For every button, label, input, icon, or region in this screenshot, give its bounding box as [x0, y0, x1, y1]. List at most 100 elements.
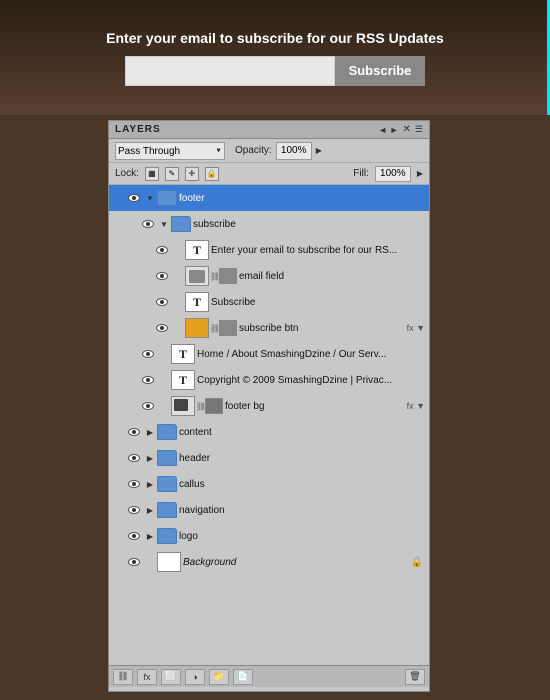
expand-logo[interactable]: ▶ [143, 526, 157, 546]
layer-name-copyright: Copyright © 2009 SmashingDzine | Privac.… [197, 375, 427, 386]
panel-header: LAYERS ◄ ► ✕ ☰ [109, 121, 429, 139]
subscribe-form-row: Subscribe [125, 56, 426, 86]
eye-icon-background[interactable] [125, 552, 143, 572]
blend-mode-row: Pass Through Normal Multiply Screen Opac… [109, 139, 429, 163]
panel-bottom-toolbar: ⛓ fx ⬜ ◑ 📁 📄 🗑 [109, 665, 429, 687]
layer-name-email-field: email field [239, 271, 427, 282]
panel-header-controls: ◄ ► ✕ ☰ [378, 124, 423, 135]
layer-name-subscribe: subscribe [193, 219, 427, 230]
eye-icon-header[interactable] [125, 448, 143, 468]
folder-thumb-navigation [157, 502, 177, 518]
layer-row-footer[interactable]: ▼ footer [109, 185, 429, 211]
layer-row-navigation[interactable]: ▶ navigation [109, 497, 429, 523]
layer-row-content[interactable]: ▶ content [109, 419, 429, 445]
lock-move-icon[interactable]: ✛ [185, 167, 199, 181]
eye-icon-subscribe-btn-text[interactable] [153, 292, 171, 312]
lock-position-icon[interactable]: ✎ [165, 167, 179, 181]
eye-icon-email-field[interactable] [153, 266, 171, 286]
folder-thumb-logo [157, 528, 177, 544]
link-layers-btn[interactable]: ⛓ [113, 669, 133, 685]
thumb-email-field [185, 266, 209, 286]
expand-navigation[interactable]: ▶ [143, 500, 157, 520]
layer-name-footer-bg: footer bg [225, 401, 407, 412]
eye-icon-subscribe[interactable] [139, 214, 157, 234]
thumb-background [157, 552, 181, 572]
expand-callus[interactable]: ▶ [143, 474, 157, 494]
group-btn[interactable]: 📁 [209, 669, 229, 685]
layer-name-callus: callus [179, 479, 427, 490]
layer-name-subscribe-btn: subscribe btn [239, 323, 407, 334]
thumb-footer-bg [171, 396, 195, 416]
layer-row-background[interactable]: ▶ Background 🔒 [109, 549, 429, 575]
panel-nav-arrows[interactable]: ◄ ► [378, 125, 398, 135]
fill-input[interactable] [375, 166, 411, 182]
layer-name-home-links: Home / About SmashingDzine / Our Serv... [197, 349, 427, 360]
chain-footer-bg: ⛓ [197, 396, 205, 416]
fill-arrow[interactable]: ▶ [417, 169, 423, 178]
layer-row-subscribe-btn-text[interactable]: ▶ T Subscribe [109, 289, 429, 315]
eye-icon-callus[interactable] [125, 474, 143, 494]
thumb-subscribe-btn [185, 318, 209, 338]
adjustment-btn[interactable]: ◑ [185, 669, 205, 685]
expand-header[interactable]: ▶ [143, 448, 157, 468]
opacity-input[interactable] [276, 142, 312, 160]
blend-mode-select[interactable]: Pass Through Normal Multiply Screen [115, 142, 225, 160]
layers-list: ▼ footer ▼ subscribe ▶ T Enter your emai… [109, 185, 429, 665]
lock-all-icon[interactable]: 🔒 [205, 167, 219, 181]
panel-menu-icon[interactable]: ☰ [415, 124, 423, 135]
folder-thumb-subscribe [171, 216, 191, 232]
thumb2-subscribe-btn [219, 320, 237, 336]
subscribe-button[interactable]: Subscribe [335, 56, 426, 86]
thumb-subscribe-btn-text: T [185, 292, 209, 312]
layer-row-header[interactable]: ▶ header [109, 445, 429, 471]
new-layer-btn[interactable]: 📄 [233, 669, 253, 685]
layer-row-home-links[interactable]: ▶ T Home / About SmashingDzine / Our Ser… [109, 341, 429, 367]
lock-label: Lock: [115, 168, 139, 179]
delete-layer-btn[interactable]: 🗑 [405, 669, 425, 685]
expand-content[interactable]: ▶ [143, 422, 157, 442]
thumb2-footer-bg [205, 398, 223, 414]
lock-pixels-icon[interactable]: ▦ [145, 167, 159, 181]
panel-title: LAYERS [115, 124, 161, 135]
layer-row-footer-bg[interactable]: ▶ ⛓ footer bg fx ▼ [109, 393, 429, 419]
layer-row-subscribe-btn[interactable]: ▶ ⛓ subscribe btn fx ▼ [109, 315, 429, 341]
eye-icon-subscribe-text[interactable] [153, 240, 171, 260]
layer-row-copyright[interactable]: ▶ T Copyright © 2009 SmashingDzine | Pri… [109, 367, 429, 393]
eye-icon-footer-bg[interactable] [139, 396, 157, 416]
top-banner: Enter your email to subscribe for our RS… [0, 0, 550, 115]
layer-row-logo[interactable]: ▶ logo [109, 523, 429, 549]
opacity-label: Opacity: [235, 145, 272, 156]
opacity-arrow[interactable]: ▶ [316, 146, 322, 155]
eye-icon-footer[interactable] [125, 188, 143, 208]
blend-mode-select-wrap: Pass Through Normal Multiply Screen [115, 141, 225, 161]
lock-row: Lock: ▦ ✎ ✛ 🔒 Fill: ▶ [109, 163, 429, 185]
panel-close-btn[interactable]: ✕ [403, 124, 411, 135]
thumb2-email-field [219, 268, 237, 284]
thumb-copyright: T [171, 370, 195, 390]
eye-icon-content[interactable] [125, 422, 143, 442]
expand-footer[interactable]: ▼ [143, 188, 157, 208]
layer-name-content: content [179, 427, 427, 438]
layer-row-email-field[interactable]: ▶ ⛓ email field [109, 263, 429, 289]
eye-icon-copyright[interactable] [139, 370, 157, 390]
layer-row-callus[interactable]: ▶ callus [109, 471, 429, 497]
layer-name-navigation: navigation [179, 505, 427, 516]
eye-icon-home-links[interactable] [139, 344, 157, 364]
eye-icon-subscribe-btn[interactable] [153, 318, 171, 338]
chain-subscribe-btn: ⛓ [211, 318, 219, 338]
layer-styles-btn[interactable]: fx [137, 669, 157, 685]
eye-icon-navigation[interactable] [125, 500, 143, 520]
mask-btn[interactable]: ⬜ [161, 669, 181, 685]
expand-subscribe[interactable]: ▼ [157, 214, 171, 234]
email-input[interactable] [125, 56, 335, 86]
lock-background-icon: 🔒 [411, 557, 423, 568]
eye-icon-logo[interactable] [125, 526, 143, 546]
thumb-home-links: T [171, 344, 195, 364]
layer-row-subscribe-text[interactable]: ▶ T Enter your email to subscribe for ou… [109, 237, 429, 263]
layer-row-subscribe[interactable]: ▼ subscribe [109, 211, 429, 237]
layer-name-background: Background [183, 557, 411, 568]
fx-badge-subscribe-btn: fx ▼ [407, 323, 425, 333]
fill-label: Fill: [353, 168, 369, 179]
folder-thumb-content [157, 424, 177, 440]
folder-thumb-header [157, 450, 177, 466]
